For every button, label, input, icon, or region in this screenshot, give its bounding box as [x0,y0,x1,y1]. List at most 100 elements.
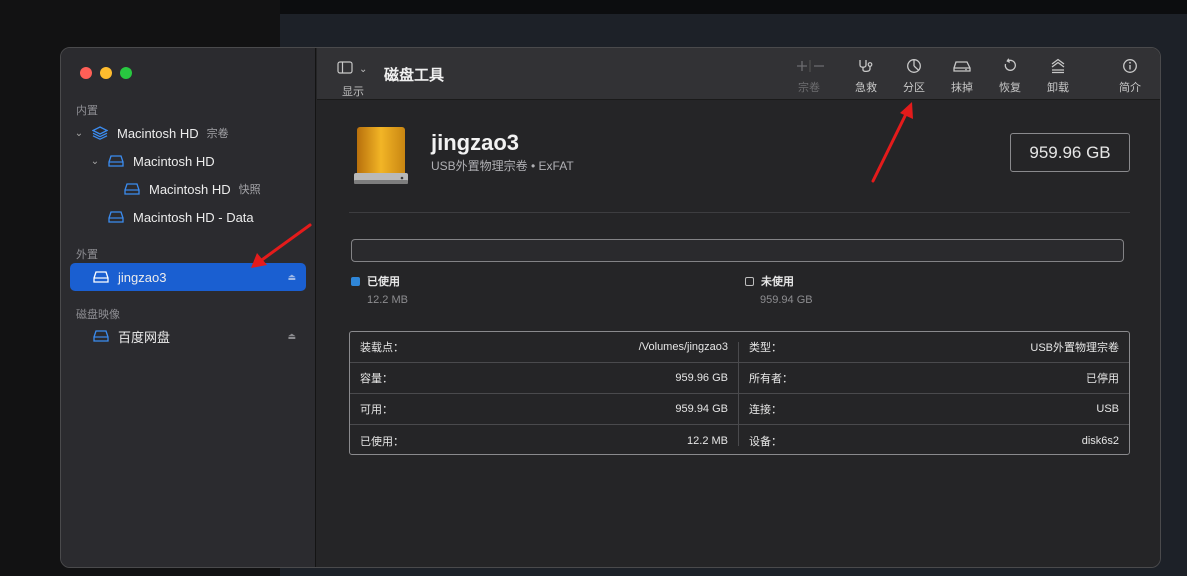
plus-minus-icon [797,60,824,72]
info-row-connection: 连接： USB [739,394,1129,425]
drive-icon [107,210,125,224]
info-value: disk6s2 [1081,434,1119,447]
disk-name: jingzao3 [431,130,520,155]
page-title: 磁盘工具 [384,67,445,84]
sidebar-item-sub: 宗卷 [206,128,229,140]
eject-icon[interactable]: ⏏ [287,272,296,283]
stethoscope-icon [859,60,873,73]
section-title-internal: 内置 [76,105,98,117]
sidebar-item-macintosh-hd-container[interactable]: ⌄ Macintosh HD 宗卷 [73,120,303,146]
info-row-capacity: 容量： 959.96 GB [350,363,738,394]
usage-bar [351,239,1124,262]
sidebar-item-sub: 快照 [238,184,261,196]
free-swatch [745,276,754,286]
info-key: 容量： [360,373,393,385]
info-key: 设备： [749,435,782,448]
used-value: 12.2 MB [367,294,408,306]
section-title-external: 外置 [76,249,98,261]
eject-icon[interactable]: ⏏ [287,331,296,342]
info-column-left: 装载点： /Volumes/jingzao3 容量： 959.96 GB 可用：… [350,332,738,454]
drive-icon [92,329,110,343]
info-row-owners: 所有者： 已停用 [739,363,1129,394]
external-drive-icon [354,127,408,184]
partition-button[interactable]: 分区 [892,58,936,95]
partition-label: 分区 [903,82,925,94]
restore-label: 恢复 [999,82,1021,94]
info-key: 连接： [749,404,782,416]
first-aid-label: 急救 [855,82,877,94]
volume-button[interactable]: 宗卷 [787,58,831,95]
info-key: 装载点： [360,342,404,354]
info-column-right: 类型： USB外置物理宗卷 所有者： 已停用 连接： USB 设备： disk6… [739,332,1129,454]
info-value: /Volumes/jingzao3 [638,341,728,353]
info-table: 装载点： /Volumes/jingzao3 容量： 959.96 GB 可用：… [349,331,1130,455]
sidebar-item-macintosh-hd-volume[interactable]: ⌄ Macintosh HD [89,148,303,174]
free-value: 959.94 GB [760,294,813,306]
disk-subtitle: USB外置物理宗卷 • ExFAT [431,159,574,173]
info-row-mount-point: 装载点： /Volumes/jingzao3 [350,332,738,363]
sidebar-item-label: jingzao3 [118,269,167,285]
window-controls [80,67,132,79]
legend-used: 已使用 [351,273,400,289]
info-key: 可用： [360,404,393,416]
info-value: 959.96 GB [675,372,728,384]
sidebar: 内置 ⌄ Macintosh HD 宗卷 ⌄ Macintosh HD Maci… [61,48,316,567]
info-value: USB外置物理宗卷 [1030,342,1119,354]
info-value: 12.2 MB [687,434,728,447]
disk-utility-window: 内置 ⌄ Macintosh HD 宗卷 ⌄ Macintosh HD Maci… [60,47,1161,568]
drive-icon [107,154,125,168]
info-row-available: 可用： 959.94 GB [350,394,738,425]
volume-label: 宗卷 [798,82,820,94]
background-top-bar [280,0,1187,14]
zoom-button[interactable] [120,67,132,79]
minimize-button[interactable] [100,67,112,79]
chevron-down-icon[interactable]: ⌄ [89,156,101,167]
sidebar-item-macintosh-hd-data[interactable]: Macintosh HD - Data [107,204,303,230]
divider [349,212,1130,213]
pie-chart-icon [907,59,921,73]
close-button[interactable] [80,67,92,79]
capacity-badge: 959.96 GB [1010,133,1130,172]
info-key: 类型： [749,342,782,354]
toolbar: ⌄ 显示 磁盘工具 宗卷 急救 分区 抹掉 恢复 卸载 简介 [317,48,1160,100]
info-value: 959.94 GB [675,403,728,415]
drive-icon [92,270,110,284]
main-panel: ⌄ 显示 磁盘工具 宗卷 急救 分区 抹掉 恢复 卸载 简介 jingzao3 … [317,48,1160,567]
info-value: 已停用 [1086,373,1119,385]
sidebar-item-label: 百度网盘 [118,329,171,345]
chevron-down-icon: ⌄ [359,63,368,75]
unmount-label: 卸载 [1047,82,1069,94]
sidebar-item-label: Macintosh HD [133,153,215,169]
info-button[interactable]: 简介 [1108,58,1152,95]
info-icon [1123,59,1137,73]
info-key: 所有者： [749,373,793,385]
unmount-icon [1051,58,1065,74]
sidebar-item-jingzao3[interactable]: jingzao3 ⏏ [70,263,306,291]
sidebar-item-label: Macintosh HD - Data [133,209,254,225]
restore-button[interactable]: 恢复 [988,58,1032,95]
sidebar-item-baidu-netdisk[interactable]: 百度网盘 ⏏ [92,323,306,349]
info-row-type: 类型： USB外置物理宗卷 [739,332,1129,363]
unmount-button[interactable]: 卸载 [1036,58,1080,95]
restore-icon [1004,58,1016,71]
used-label: 已使用 [367,276,400,288]
erase-label: 抹掉 [951,82,973,94]
view-label: 显示 [342,86,364,98]
erase-drive-icon [953,61,971,72]
sidebar-toggle-icon [337,61,353,77]
info-value: USB [1096,403,1119,415]
first-aid-button[interactable]: 急救 [844,58,888,95]
info-row-device: 设备： disk6s2 [739,425,1129,456]
sidebar-item-label: Macintosh HD [149,181,231,197]
sidebar-item-label: Macintosh HD [117,125,199,141]
view-button[interactable]: ⌄ [337,61,367,77]
info-row-used: 已使用： 12.2 MB [350,425,738,456]
sidebar-item-macintosh-hd-snapshot[interactable]: Macintosh HD 快照 [123,176,303,202]
erase-button[interactable]: 抹掉 [940,58,984,95]
layers-icon [91,126,109,140]
legend-free: 未使用 [745,273,794,289]
info-label: 简介 [1119,82,1141,94]
chevron-down-icon[interactable]: ⌄ [73,128,85,139]
drive-icon [123,182,141,196]
info-key: 已使用： [360,435,404,448]
